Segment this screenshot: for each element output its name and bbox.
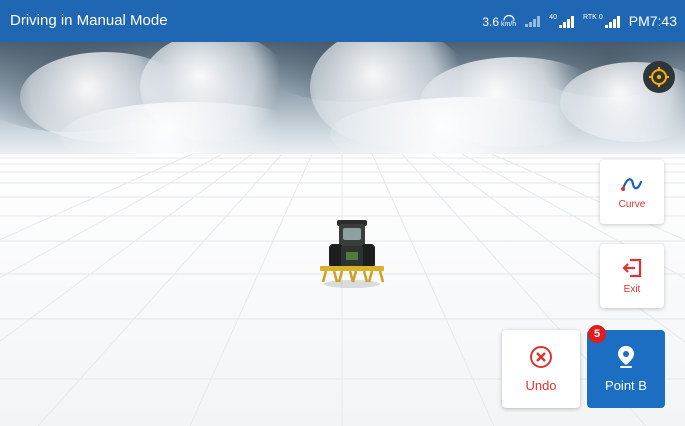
speed-indicator: 3.6 km/h [482,14,516,29]
exit-button[interactable]: Exit [600,244,664,308]
signal-bars-icon [525,15,541,27]
status-bar: Driving in Manual Mode 3.6 km/h 40 RTK 0 [0,0,685,42]
sky-backdrop [0,42,685,154]
exit-label: Exit [623,283,641,295]
clock: PM7:43 [628,13,677,29]
gnss-count: 40 [549,14,557,21]
status-indicators: 3.6 km/h 40 RTK 0 PM7:43 [482,8,677,34]
mode-title: Driving in Manual Mode [10,12,168,29]
undo-button[interactable]: Undo [502,330,580,408]
point-b-label: Point B [605,378,647,393]
exit-icon [622,258,642,277]
rtk-signal-icon: RTK 0 [583,14,620,28]
speed-unit: km/h [501,20,517,28]
curve-label: Curve [618,198,646,210]
crosshair-target-icon [649,67,669,87]
tractor-icon [316,214,388,290]
curve-button[interactable]: Curve [600,160,664,224]
guidance-screen: Driving in Manual Mode 3.6 km/h 40 RTK 0 [0,0,685,426]
rtk-sub: 0 [598,14,603,21]
curve-line-icon [621,177,643,191]
speed-value: 3.6 [482,14,499,29]
speedometer-icon: km/h [501,14,516,29]
close-circle-icon [530,346,552,368]
undo-label: Undo [525,378,557,393]
rtk-label: RTK [582,14,597,21]
map-pin-icon [618,346,634,368]
point-count-badge: 5 [588,325,606,343]
satellite-signal-icon: 40 [549,14,574,28]
locate-button[interactable] [643,61,675,93]
